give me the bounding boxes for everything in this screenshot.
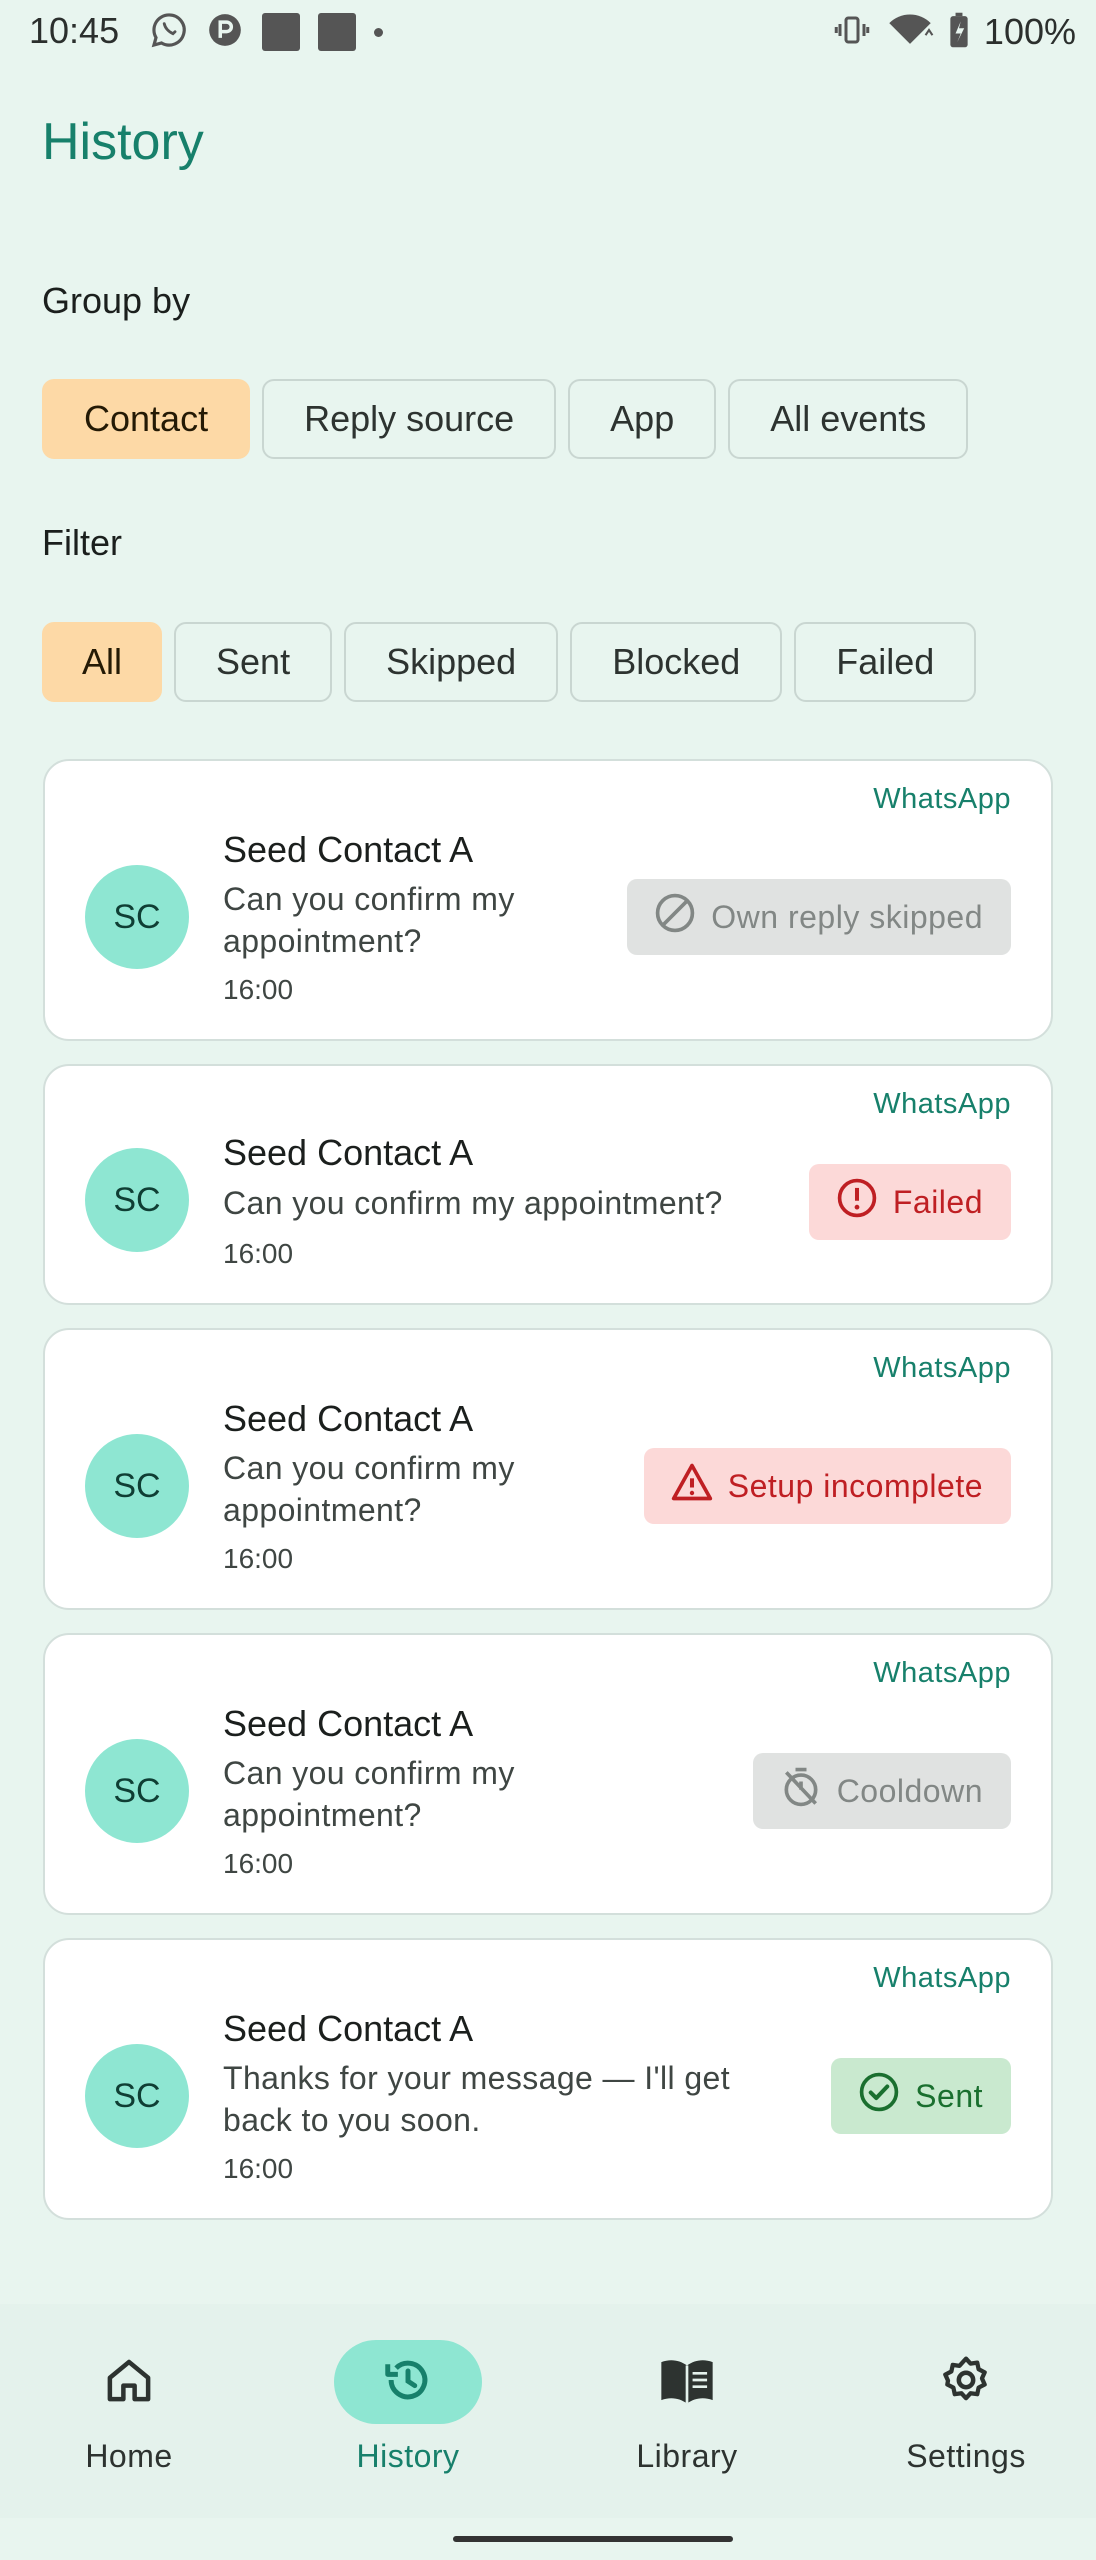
timestamp: 16:00 xyxy=(223,2153,294,2184)
avatar: SC xyxy=(85,1434,189,1538)
avatar: SC xyxy=(85,865,189,969)
app-tag: WhatsApp xyxy=(873,1657,1011,1689)
status-badge: Setup incomplete xyxy=(643,1448,1011,1524)
group-by-label: Group by xyxy=(42,280,191,321)
history-item-card[interactable]: WhatsApp SC Seed Contact A Thanks for yo… xyxy=(43,1938,1053,2220)
message-preview: Can you confirm my appointment? xyxy=(223,1752,515,1836)
contact-name: Seed Contact A xyxy=(223,1132,474,1173)
app-notification-icon xyxy=(206,11,244,54)
contact-name: Seed Contact A xyxy=(223,2008,474,2049)
system-icons: 100% xyxy=(832,10,1076,54)
timer-off-icon xyxy=(779,1765,823,1817)
page-title: History xyxy=(42,113,204,171)
nav-label: Home xyxy=(85,2438,173,2474)
more-notifications-dot-icon xyxy=(374,27,383,37)
app-tag: WhatsApp xyxy=(873,1088,1011,1120)
message-preview: Can you confirm my appointment? xyxy=(223,1447,515,1531)
app-tag: WhatsApp xyxy=(873,1352,1011,1384)
history-item-card[interactable]: WhatsApp SC Seed Contact A Can you confi… xyxy=(43,1328,1053,1610)
chip-filter-blocked[interactable]: Blocked xyxy=(570,622,783,702)
history-item-card[interactable]: WhatsApp SC Seed Contact A Can you confi… xyxy=(43,1064,1053,1305)
chip-group-all-events[interactable]: All events xyxy=(728,379,969,459)
message-line: Can you confirm my xyxy=(223,1755,515,1791)
timestamp: 16:00 xyxy=(223,1238,294,1269)
battery-charging-icon xyxy=(948,11,970,54)
status-text: Cooldown xyxy=(836,1772,983,1809)
nav-label: Settings xyxy=(906,2438,1026,2474)
message-line: Can you confirm my xyxy=(223,1450,515,1486)
message-preview: Can you confirm my appointment? xyxy=(223,878,515,962)
nav-label: History xyxy=(356,2438,460,2474)
contact-name: Seed Contact A xyxy=(223,1398,474,1439)
gesture-home-indicator[interactable] xyxy=(453,2536,733,2542)
battery-percentage: 100% xyxy=(983,11,1076,52)
chip-filter-all[interactable]: All xyxy=(42,622,163,702)
message-line: Can you confirm my appointment? xyxy=(223,1185,723,1221)
chip-group-app[interactable]: App xyxy=(568,379,717,459)
timestamp: 16:00 xyxy=(223,974,294,1005)
nav-item-library[interactable]: Library xyxy=(587,2340,787,2475)
message-line: appointment? xyxy=(223,1492,422,1528)
app-tag: WhatsApp xyxy=(873,1962,1011,1994)
nav-item-settings[interactable]: Settings xyxy=(866,2340,1066,2475)
vibrate-icon xyxy=(832,12,872,53)
wifi-icon xyxy=(886,11,934,54)
contact-name: Seed Contact A xyxy=(223,829,474,870)
status-badge: Own reply skipped xyxy=(627,879,1011,955)
chip-group-contact[interactable]: Contact xyxy=(42,379,251,459)
history-item-card[interactable]: WhatsApp SC Seed Contact A Can you confi… xyxy=(43,759,1053,1041)
status-text: Setup incomplete xyxy=(727,1467,983,1504)
status-badge: Sent xyxy=(831,2058,1011,2134)
status-time: 10:45 xyxy=(29,10,120,51)
warning-icon xyxy=(670,1460,714,1512)
message-line: appointment? xyxy=(223,1797,422,1833)
avatar: SC xyxy=(85,2044,189,2148)
message-line: Thanks for your message — I'll get xyxy=(223,2060,731,2096)
chip-group-reply-source[interactable]: Reply source xyxy=(262,379,557,459)
chip-filter-skipped[interactable]: Skipped xyxy=(344,622,559,702)
placeholder-notification-icon xyxy=(262,13,300,51)
avatar: SC xyxy=(85,1739,189,1843)
nav-item-home[interactable]: Home xyxy=(29,2340,229,2475)
home-icon xyxy=(102,2353,156,2412)
history-item-card[interactable]: WhatsApp SC Seed Contact A Can you confi… xyxy=(43,1633,1053,1915)
message-line: Can you confirm my xyxy=(223,881,515,917)
book-icon xyxy=(658,2353,716,2412)
group-by-chips: Contact Reply source App All events xyxy=(42,379,969,459)
nav-label: Library xyxy=(636,2438,738,2474)
chip-filter-sent[interactable]: Sent xyxy=(174,622,333,702)
message-preview: Can you confirm my appointment? xyxy=(223,1182,723,1224)
message-line: back to you soon. xyxy=(223,2102,481,2138)
chip-filter-failed[interactable]: Failed xyxy=(794,622,977,702)
check-circle-icon xyxy=(857,2070,901,2122)
app-tag: WhatsApp xyxy=(873,783,1011,815)
timestamp: 16:00 xyxy=(223,1848,294,1879)
error-icon xyxy=(835,1176,879,1228)
bottom-navigation: Home History Library Settings xyxy=(0,2304,1096,2518)
status-text: Sent xyxy=(915,2077,983,2114)
filter-chips: All Sent Skipped Blocked Failed xyxy=(42,622,977,702)
filter-label: Filter xyxy=(42,522,122,563)
contact-name: Seed Contact A xyxy=(223,1703,474,1744)
notification-icons xyxy=(150,12,383,52)
timestamp: 16:00 xyxy=(223,1543,294,1574)
whatsapp-notification-icon xyxy=(150,11,188,54)
status-bar: 10:45 100% xyxy=(0,0,1096,66)
block-icon xyxy=(653,891,697,943)
message-line: appointment? xyxy=(223,923,422,959)
gear-icon xyxy=(939,2353,993,2412)
history-icon xyxy=(381,2353,435,2412)
status-badge: Cooldown xyxy=(752,1753,1011,1829)
status-text: Own reply skipped xyxy=(711,898,983,935)
avatar: SC xyxy=(85,1148,189,1252)
status-text: Failed xyxy=(892,1183,983,1220)
message-preview: Thanks for your message — I'll get back … xyxy=(223,2057,730,2141)
nav-item-history[interactable]: History xyxy=(308,2340,508,2475)
status-badge: Failed xyxy=(808,1164,1011,1240)
placeholder-notification-icon xyxy=(318,13,356,51)
